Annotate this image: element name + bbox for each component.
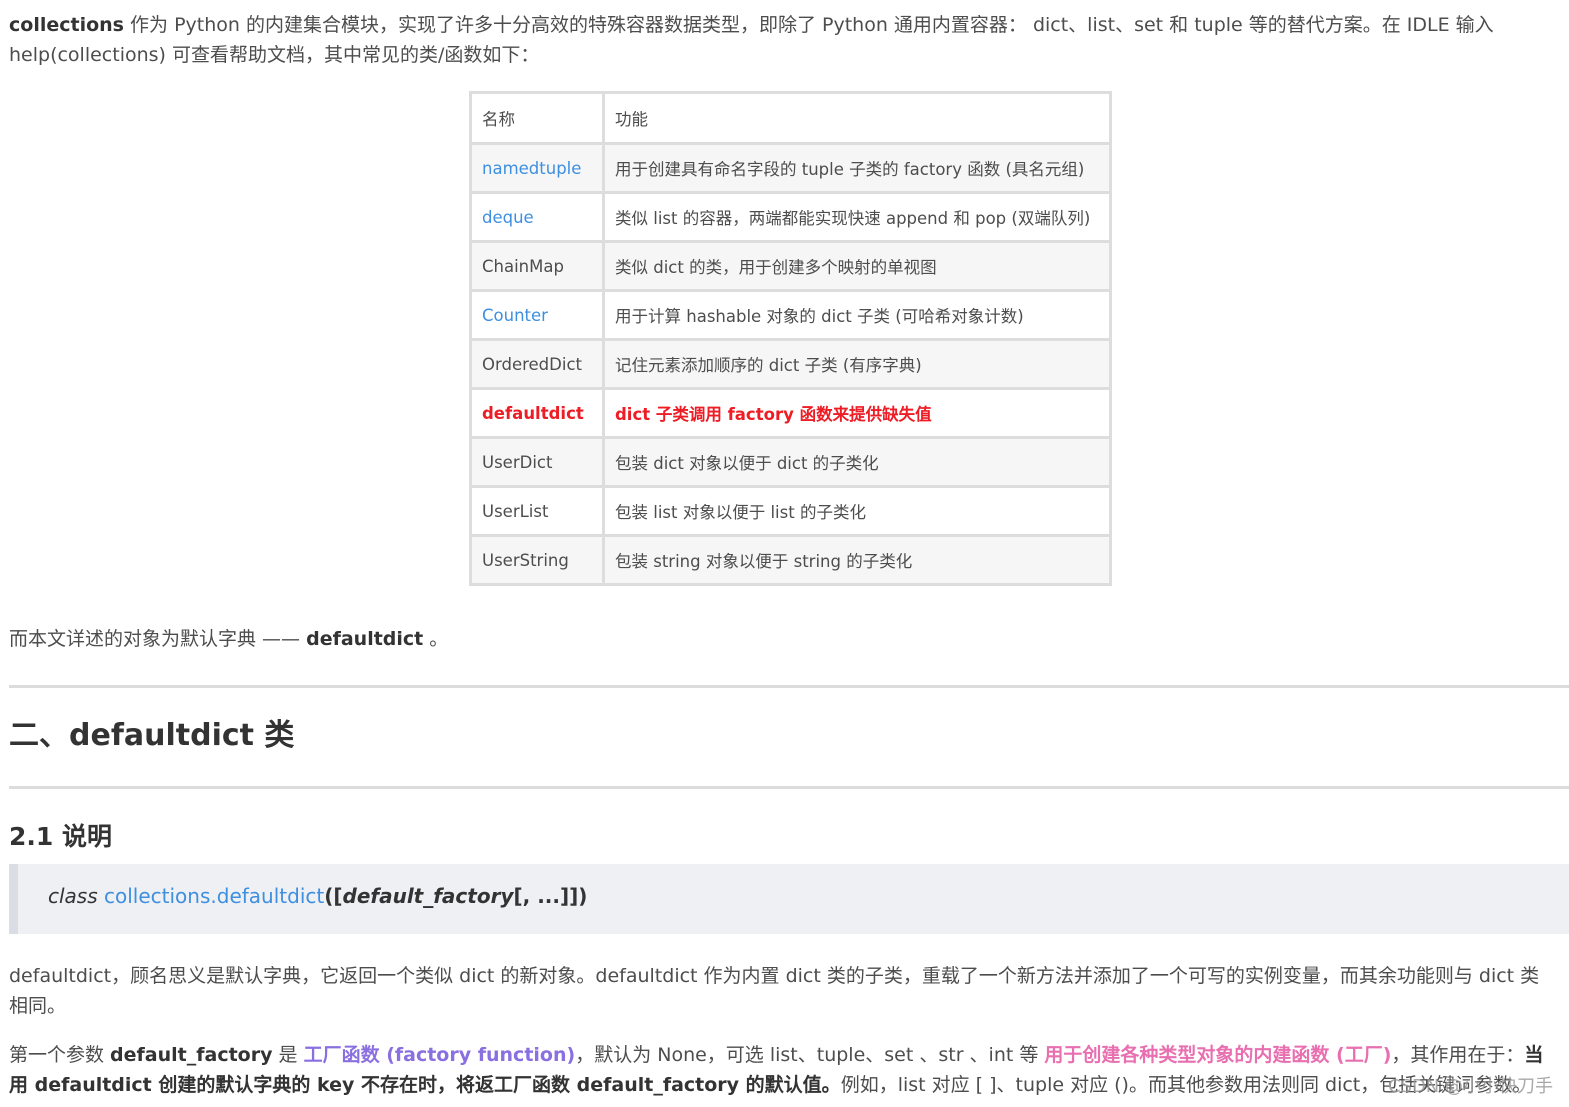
table-cell-desc: 类似 dict 的类，用于创建多个映射的单视图 (602, 240, 1112, 292)
table-cell-name: OrderedDict (469, 338, 605, 390)
section-heading: 二、defaultdict 类 (9, 718, 295, 753)
table-row: UserString 包装 string 对象以便于 string 的子类化 (469, 534, 1112, 586)
table-cell-desc: 类似 list 的容器，两端都能实现快速 append 和 pop (双端队列) (602, 191, 1112, 243)
summary-end: 。 (423, 628, 449, 650)
table-header-function: 功能 (602, 91, 1112, 145)
divider (9, 786, 1569, 789)
csdn-watermark: CSDN @小小快刀手 (1387, 1076, 1553, 1097)
signature-rest: [, ...]]) (513, 884, 588, 908)
table-row: ChainMap 类似 dict 的类，用于创建多个映射的单视图 (469, 240, 1112, 292)
summary-paragraph: 而本文详述的对象为默认字典 —— defaultdict 。 (9, 624, 1555, 654)
factory-function-highlight: 工厂函数 (factory function) (303, 1044, 576, 1066)
summary-text: 而本文详述的对象为默认字典 —— (9, 628, 307, 650)
table-cell-name-link[interactable]: namedtuple (469, 142, 605, 194)
table-row: Counter 用于计算 hashable 对象的 dict 子类 (可哈希对象… (469, 289, 1112, 341)
table-row: OrderedDict 记住元素添加顺序的 dict 子类 (有序字典) (469, 338, 1112, 390)
param-text: ，其作用在于： (1391, 1044, 1525, 1066)
signature-blockquote: class collections.defaultdict([default_f… (9, 864, 1569, 934)
table-row-highlight: defaultdict dict 子类调用 factory 函数来提供缺失值 (469, 387, 1112, 439)
table-cell-desc: 记住元素添加顺序的 dict 子类 (有序字典) (602, 338, 1112, 390)
table-cell-desc: 包装 dict 对象以便于 dict 的子类化 (602, 436, 1112, 488)
subsection-heading: 2.1 说明 (9, 822, 112, 851)
intro-bold-name: collections (9, 14, 124, 36)
table-row: namedtuple 用于创建具有命名字段的 tuple 子类的 factory… (469, 142, 1112, 194)
class-signature: class collections.defaultdict([default_f… (48, 884, 587, 908)
table-cell-desc: 用于创建具有命名字段的 tuple 子类的 factory 函数 (具名元组) (602, 142, 1112, 194)
description-paragraph: defaultdict，顾名思义是默认字典，它返回一个类似 dict 的新对象。… (9, 965, 1540, 1017)
table-cell-name: UserString (469, 534, 605, 586)
table-cell-desc: 用于计算 hashable 对象的 dict 子类 (可哈希对象计数) (602, 289, 1112, 341)
table-row: UserList 包装 list 对象以便于 list 的子类化 (469, 485, 1112, 537)
table-cell-name-link[interactable]: Counter (469, 289, 605, 341)
parameter-paragraph: 第一个参数 default_factory 是 工厂函数 (factory fu… (9, 1040, 1555, 1100)
signature-param: default_factory (342, 884, 514, 908)
table-cell-name: UserDict (469, 436, 605, 488)
intro-text: 作为 Python 的内建集合模块，实现了许多十分高效的特殊容器数据类型，即除了… (9, 14, 1494, 66)
table-header-name: 名称 (469, 91, 605, 145)
table-cell-desc-highlight: dict 子类调用 factory 函数来提供缺失值 (602, 387, 1112, 439)
summary-bold: defaultdict (306, 628, 424, 650)
builtin-factory-highlight: 用于创建各种类型对象的内建函数 (工厂) (1044, 1044, 1392, 1066)
table-cell-desc: 包装 list 对象以便于 list 的子类化 (602, 485, 1112, 537)
divider (9, 685, 1569, 688)
table-cell-name-link[interactable]: deque (469, 191, 605, 243)
table-row: deque 类似 list 的容器，两端都能实现快速 append 和 pop … (469, 191, 1112, 243)
param-bold-name: default_factory (110, 1044, 273, 1066)
signature-class-keyword: class (48, 884, 98, 908)
param-text: 第一个参数 (9, 1044, 111, 1066)
table-header-row: 名称 功能 (469, 91, 1112, 145)
table-row: UserDict 包装 dict 对象以便于 dict 的子类化 (469, 436, 1112, 488)
table-cell-desc: 包装 string 对象以便于 string 的子类化 (602, 534, 1112, 586)
signature-class-link[interactable]: collections.defaultdict (104, 884, 324, 908)
table-cell-name-highlight: defaultdict (469, 387, 605, 439)
param-text: 是 (272, 1044, 304, 1066)
signature-open: ([ (324, 884, 343, 908)
table-cell-name: UserList (469, 485, 605, 537)
param-text: ，默认为 None，可选 list、tuple、set 、str 、int 等 (575, 1044, 1045, 1066)
table-cell-name: ChainMap (469, 240, 605, 292)
collections-table: 名称 功能 namedtuple 用于创建具有命名字段的 tuple 子类的 f… (469, 91, 1112, 586)
intro-paragraph: collections 作为 Python 的内建集合模块，实现了许多十分高效的… (9, 10, 1555, 70)
